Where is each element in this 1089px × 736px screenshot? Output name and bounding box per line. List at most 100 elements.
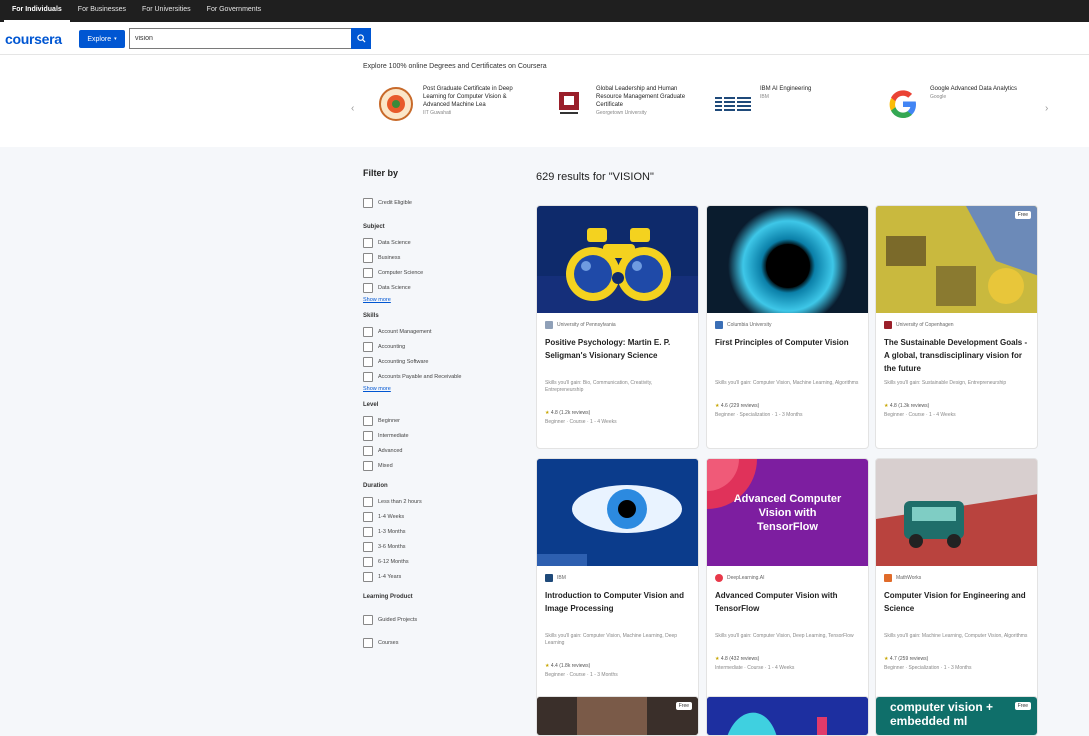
course-skills: Skills you'll gain: Bio, Communication, … <box>545 380 653 393</box>
filter-option[interactable]: Intermediate <box>363 428 523 443</box>
degree-item[interactable]: Global Leadership and Human Resource Man… <box>550 85 692 123</box>
checkbox[interactable] <box>363 341 373 352</box>
course-thumbnail <box>707 206 868 313</box>
filter-option[interactable]: Accounting <box>363 339 523 354</box>
filter-option[interactable]: Courses <box>363 635 523 650</box>
filter-option[interactable]: Business <box>363 250 523 265</box>
course-card[interactable]: Free University of Copenhagen The Sustai… <box>875 205 1038 449</box>
audience-nav: For Individuals For Businesses For Unive… <box>0 0 1089 22</box>
course-card[interactable]: Free <box>536 696 699 736</box>
nav-universities[interactable]: For Universities <box>134 2 199 22</box>
degree-item[interactable]: IBM AI Engineering IBM <box>714 85 856 123</box>
chevron-left-icon[interactable]: ‹ <box>351 103 354 114</box>
ibm-logo <box>714 85 752 123</box>
show-more-link[interactable]: Show more <box>363 386 523 392</box>
checkbox[interactable] <box>363 197 373 208</box>
checkbox[interactable] <box>363 460 373 471</box>
partner-logo <box>715 574 723 582</box>
filter-option[interactable]: Accounts Payable and Receivable <box>363 369 523 384</box>
checkbox[interactable] <box>363 637 373 648</box>
chevron-right-icon[interactable]: › <box>1045 103 1048 114</box>
filter-group-subject: Subject Data Science Business Computer S… <box>363 224 523 303</box>
course-card[interactable]: Advanced Computer Vision with TensorFlow… <box>706 458 869 702</box>
filter-option[interactable]: Less than 2 hours <box>363 494 523 509</box>
course-title[interactable]: Computer Vision for Engineering and Scie… <box>884 589 1029 629</box>
filter-option[interactable]: Beginner <box>363 413 523 428</box>
course-title[interactable]: Positive Psychology: Martin E. P. Seligm… <box>545 336 690 376</box>
checkbox[interactable] <box>363 615 373 625</box>
filter-option[interactable]: Data Science <box>363 280 523 295</box>
checkbox[interactable] <box>363 415 373 426</box>
checkbox[interactable] <box>363 496 373 507</box>
checkbox[interactable] <box>363 526 373 537</box>
checkbox[interactable] <box>363 267 373 278</box>
left-blank-panel <box>0 55 363 147</box>
filter-option[interactable]: Mixed <box>363 458 523 473</box>
partner-row: Columbia University <box>715 321 860 329</box>
filter-option[interactable]: 1-3 Months <box>363 524 523 539</box>
search-icon <box>356 34 366 43</box>
filter-option[interactable]: 3-6 Months <box>363 539 523 554</box>
filter-group-duration: Duration Less than 2 hours 1-4 Weeks 1-3… <box>363 483 523 584</box>
course-card[interactable]: MathWorks Computer Vision for Engineerin… <box>875 458 1038 702</box>
checkbox[interactable] <box>363 430 373 441</box>
course-card[interactable]: computer vision + embedded ml Free <box>875 696 1038 736</box>
filter-option[interactable]: Credit Eligible <box>363 195 523 210</box>
filter-option[interactable]: 1-4 Years <box>363 569 523 584</box>
course-meta: Beginner · Course · 1 - 4 Weeks <box>545 419 617 425</box>
course-card[interactable] <box>706 696 869 736</box>
partner-row: IBM <box>545 574 690 582</box>
checkbox[interactable] <box>363 252 373 263</box>
filter-option[interactable]: 6-12 Months <box>363 554 523 569</box>
checkbox[interactable] <box>363 371 373 382</box>
search-button[interactable] <box>351 28 371 49</box>
nav-individuals[interactable]: For Individuals <box>4 2 70 22</box>
course-meta: Beginner · Course · 1 - 4 Weeks <box>884 412 956 418</box>
nav-businesses[interactable]: For Businesses <box>70 2 134 22</box>
results-heading: 629 results for "VISION" <box>536 171 654 183</box>
show-more-link[interactable]: Show more <box>363 297 523 303</box>
course-title[interactable]: Advanced Computer Vision with TensorFlow <box>715 589 860 629</box>
star-icon: ★ <box>884 656 889 662</box>
checkbox[interactable] <box>363 541 373 552</box>
filter-group-learning-product: Learning Product Guided Projects Courses <box>363 594 523 650</box>
coursera-logo[interactable]: coursera <box>5 31 62 47</box>
search-input[interactable] <box>129 28 351 49</box>
checkbox[interactable] <box>363 556 373 567</box>
course-skills: Skills you'll gain: Machine Learning, Co… <box>884 633 1028 639</box>
filter-option[interactable]: Accounting Software <box>363 354 523 369</box>
course-card[interactable]: University of Pennsylvania Positive Psyc… <box>536 205 699 449</box>
checkbox[interactable] <box>363 571 373 582</box>
free-badge: Free <box>1014 211 1031 219</box>
degree-name: Global Leadership and Human Resource Man… <box>596 86 686 108</box>
checkbox[interactable] <box>363 326 373 337</box>
checkbox[interactable] <box>363 356 373 367</box>
course-title[interactable]: The Sustainable Development Goals - A gl… <box>884 336 1029 376</box>
explore-label: Explore <box>87 35 112 43</box>
partner-row: University of Copenhagen <box>884 321 1029 329</box>
checkbox[interactable] <box>363 445 373 456</box>
course-title[interactable]: First Principles of Computer Vision <box>715 336 860 376</box>
filter-option[interactable]: 1-4 Weeks <box>363 509 523 524</box>
checkbox[interactable] <box>363 282 373 293</box>
degree-provider: Georgetown University <box>596 110 647 116</box>
degree-item[interactable]: Post Graduate Certificate in Deep Learni… <box>377 85 519 123</box>
course-card[interactable]: IBM Introduction to Computer Vision and … <box>536 458 699 702</box>
filter-option[interactable]: Computer Science <box>363 265 523 280</box>
course-card[interactable]: Columbia University First Principles of … <box>706 205 869 449</box>
filter-option[interactable]: Data Science <box>363 235 523 250</box>
filter-option[interactable]: Account Management <box>363 324 523 339</box>
star-icon: ★ <box>715 403 720 409</box>
explore-button[interactable]: Explore ▾ <box>79 30 125 48</box>
checkbox[interactable] <box>363 237 373 248</box>
georgetown-logo <box>550 85 588 123</box>
filter-option[interactable]: Advanced <box>363 443 523 458</box>
filter-group-level: Level Beginner Intermediate Advanced Mix… <box>363 402 523 473</box>
course-title[interactable]: Introduction to Computer Vision and Imag… <box>545 589 690 629</box>
course-meta: Intermediate · Course · 1 - 4 Weeks <box>715 665 795 671</box>
degree-name: Post Graduate Certificate in Deep Learni… <box>423 86 513 108</box>
degree-item[interactable]: Google Advanced Data Analytics Google <box>884 85 1026 123</box>
nav-governments[interactable]: For Governments <box>199 2 269 22</box>
filter-option[interactable]: Guided Projects <box>363 605 523 635</box>
checkbox[interactable] <box>363 511 373 522</box>
